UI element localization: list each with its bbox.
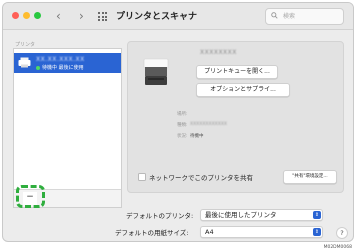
printer-list[interactable]: XX.XX.XXX.XX 待機中 最後に使用 − [13, 48, 122, 208]
close-window-button[interactable] [12, 12, 19, 19]
options-supplies-button[interactable]: オプションとサプライ... [196, 83, 290, 97]
search-placeholder: 検索 [283, 13, 296, 20]
select-arrows-icon: ⇕ [313, 228, 321, 236]
printer-item-status-text: 待機中 最後に使用 [42, 65, 84, 71]
figure-caption: M02DM0068 [323, 245, 352, 250]
printer-detail-panel: XXXXXXXX プリントキューを開く... オプションとサプライ... 場所:… [127, 41, 344, 193]
default-printer-select[interactable]: 最後に使用したプリンタ ⇕ [200, 209, 323, 221]
default-paper-size-select[interactable]: A4 ⇕ [200, 226, 323, 238]
printer-icon [18, 57, 31, 68]
title-bar: ‹ › プリンタとスキャナ 検索 [3, 3, 353, 30]
printer-item-status: 待機中 最後に使用 [36, 64, 84, 71]
default-paper-size-label: デフォルトの用紙サイズ: [115, 229, 189, 237]
highlight-callout [16, 185, 45, 208]
share-printer-label: ネットワークでこのプリンタを共有 [149, 174, 253, 182]
printer-image-icon [143, 58, 169, 85]
open-print-queue-button[interactable]: プリントキューを開く... [196, 65, 278, 79]
share-printer-checkbox[interactable] [138, 173, 146, 181]
forward-arrow-icon[interactable]: › [79, 8, 84, 24]
show-all-grid-icon[interactable] [98, 12, 107, 21]
sharing-preferences-button[interactable]: "共有"環境設定... [283, 170, 337, 184]
zoom-window-button[interactable] [34, 12, 41, 19]
printers-scanners-window: ‹ › プリンタとスキャナ 検索 プリンタ XX.XX.XXX.XX 待機中 最… [2, 2, 354, 242]
status-value: 待機中 [190, 134, 204, 139]
printer-item-name: XX.XX.XXX.XX [36, 56, 85, 63]
search-field[interactable]: 検索 [265, 8, 344, 25]
printer-name: XXXXXXXX [200, 49, 237, 56]
select-arrows-icon: ⇕ [313, 211, 321, 219]
status-key: 状況: [177, 134, 188, 139]
help-button[interactable]: ? [336, 227, 348, 239]
window-title: プリンタとスキャナ [116, 12, 198, 22]
default-printer-value: 最後に使用したプリンタ [205, 211, 277, 219]
location-key: 場所: [177, 112, 188, 117]
search-icon [271, 12, 278, 19]
printers-section-label: プリンタ [15, 42, 36, 48]
default-printer-label: デフォルトのプリンタ: [126, 212, 194, 220]
minimize-window-button[interactable] [23, 12, 30, 19]
default-paper-size-value: A4 [205, 228, 214, 236]
kind-value: XXXXXXXXXXXX [190, 122, 227, 127]
kind-key: 種類: [177, 123, 188, 128]
status-dot-icon [36, 65, 40, 70]
back-arrow-icon[interactable]: ‹ [56, 8, 61, 24]
printer-list-item[interactable]: XX.XX.XXX.XX 待機中 最後に使用 [14, 53, 121, 73]
